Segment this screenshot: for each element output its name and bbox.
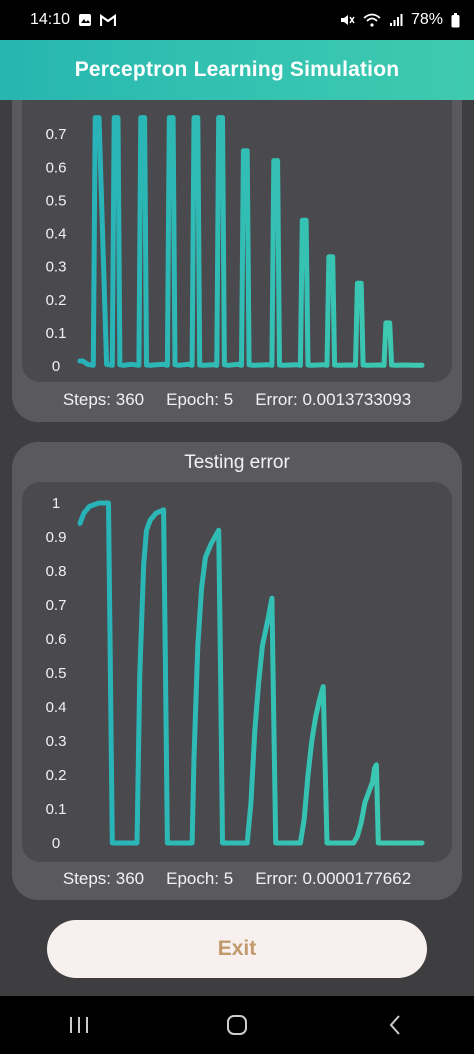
testing-error: Error: 0.0000177662 [255,869,412,888]
y-tick-label: 0.2 [46,767,67,784]
signal-icon [389,13,403,27]
testing-title: Testing error [184,452,290,473]
y-tick-label: 0.3 [46,733,67,750]
series-line-testing [77,500,425,846]
battery-percent: 78% [410,11,443,28]
y-tick-label: 0.1 [46,325,67,342]
y-tick-label: 0.9 [46,529,67,546]
back-button[interactable] [365,1005,425,1045]
gmail-icon [100,13,117,27]
y-tick-label: 0.7 [46,597,67,614]
recent-apps-button[interactable] [49,1005,109,1045]
status-right: 78% [339,11,460,29]
status-time: 14:10 [30,11,71,28]
mute-icon [339,12,355,28]
status-bar: 14:10 78% [0,0,474,40]
app-bar: Perceptron Learning Simulation [0,40,474,100]
testing-epoch: Epoch: 5 [166,869,234,888]
wifi-icon [363,13,381,27]
y-tick-label: 0.5 [46,665,67,682]
training-panel: 0 0.1 0.2 0.3 0.4 0.5 0.6 0.7 Steps: 360 Epoch:… [12,70,462,422]
image-icon [78,13,92,27]
exit-button[interactable]: Exit [47,920,427,978]
y-tick-label: 0.2 [46,292,67,309]
battery-icon [451,12,460,28]
y-tick-label: 0.6 [46,631,67,648]
series-line-training [77,115,425,368]
y-tick-label: 0.8 [46,563,67,580]
testing-stats: Steps: 360 Epoch: 5 Error: 0.0000177662 [12,869,462,889]
y-tick-label: 0 [52,835,60,852]
home-button[interactable] [207,1005,267,1045]
training-steps: Steps: 360 [62,390,145,409]
y-tick-label: 0 [52,358,60,375]
training-stats: Steps: 360 Epoch: 5 Error: 0.0013733093 [12,390,462,410]
y-tick-label: 0.7 [46,126,67,143]
training-error: Error: 0.0013733093 [255,390,412,409]
y-tick-label: 0.4 [46,226,67,243]
app-title: Perceptron Learning Simulation [74,58,400,81]
y-tick-label: 0.3 [46,259,67,276]
recent-apps-icon [70,1017,88,1033]
y-tick-label: 0.1 [46,801,67,818]
training-chart-svg: 0 0.1 0.2 0.3 0.4 0.5 0.6 0.7 [46,115,425,375]
y-tick-label: 1 [52,495,60,512]
testing-steps: Steps: 360 [62,869,145,888]
y-tick-label: 0.5 [46,192,67,209]
training-epoch: Epoch: 5 [166,390,234,409]
status-left: 14:10 [30,11,117,29]
y-tick-label: 0.6 [46,159,67,176]
back-icon [389,1015,400,1035]
y-tick-label: 0.4 [46,699,67,716]
navigation-bar [0,996,474,1054]
testing-chart-svg: 0 0.1 0.2 0.3 0.4 0.5 0.6 0.7 0.8 0.9 1 [46,495,425,852]
testing-panel: Testing error 0 0.1 0.2 0.3 0.4 0.5 0.6 0.7 0.8 0… [12,442,462,900]
home-icon [227,1015,247,1035]
testing-chart: 0 0.1 0.2 0.3 0.4 0.5 0.6 0.7 0.8 0.9 1 [22,482,452,862]
training-chart: 0 0.1 0.2 0.3 0.4 0.5 0.6 0.7 [22,80,452,382]
